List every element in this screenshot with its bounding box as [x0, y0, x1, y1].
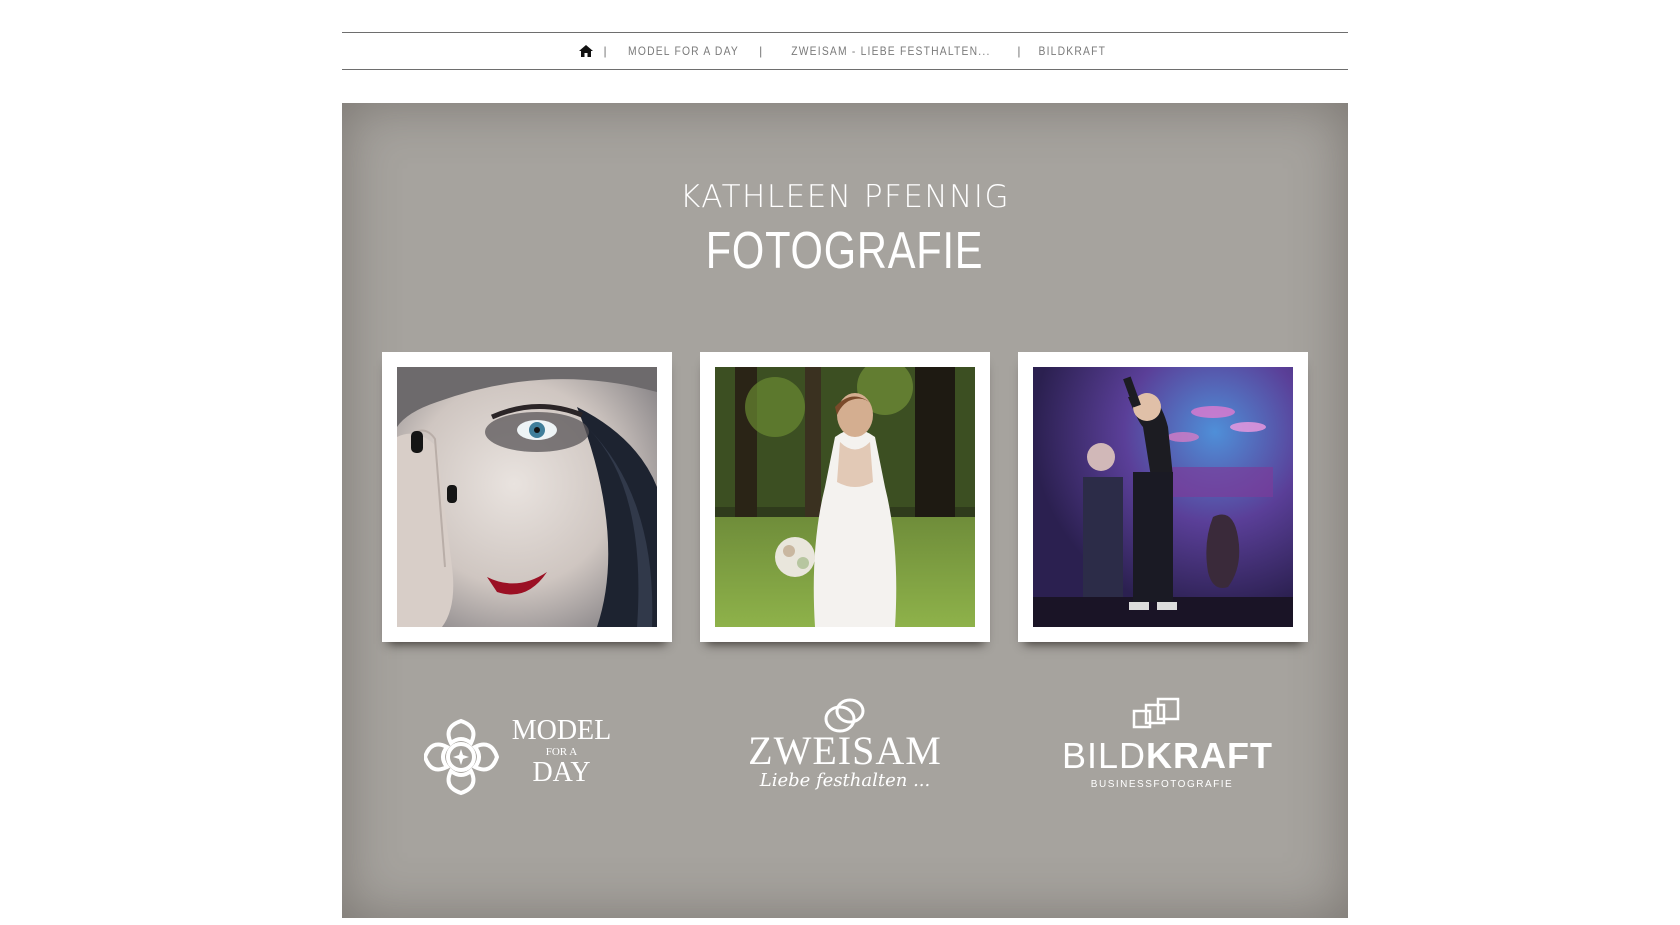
nav-item-model-for-a-day[interactable]: MODEL FOR A DAY: [628, 44, 739, 58]
model-for-a-day-logo[interactable]: MODEL FOR A DAY: [422, 683, 624, 803]
logo-text-model: MODEL: [511, 715, 612, 746]
portrait-photo: [397, 367, 657, 627]
logo-text-bildkraft-tagline: BUSINESSFOTOGRAFIE: [1090, 779, 1234, 790]
logo-text-zweisam: ZWEISAM: [748, 728, 942, 773]
bildkraft-logo[interactable]: BILDKRAFT BUSINESSFOTOGRAFIE: [1062, 683, 1272, 803]
page-title-text: FOTOGRAFIE: [706, 222, 984, 280]
nav-separator: |: [759, 44, 764, 58]
nav-home[interactable]: [578, 45, 593, 57]
logo-text-day: DAY: [532, 757, 591, 788]
photographer-name: KATHLEEN PFENNIG: [680, 179, 1010, 215]
gallery-card-zweisam[interactable]: [700, 352, 990, 642]
page-title: FOTOGRAFIE: [342, 221, 1348, 281]
home-icon: [578, 45, 593, 57]
logo-text-zweisam-tagline: Liebe festhalten ...: [759, 770, 931, 791]
zweisam-logo[interactable]: ZWEISAM Liebe festhalten ...: [740, 683, 950, 803]
logo-text-kraft: KRAFT: [1146, 735, 1274, 776]
hero-section: KATHLEEN PFENNIG FOTOGRAFIE MODEL FOR A …: [342, 103, 1348, 918]
nav-separator: |: [603, 44, 609, 58]
nav-item-bildkraft[interactable]: BILDKRAFT: [1038, 44, 1106, 58]
gallery-card-bildkraft[interactable]: [1018, 352, 1308, 642]
wedding-photo: [715, 367, 975, 627]
nav-separator: |: [1017, 44, 1022, 58]
top-navigation: | MODEL FOR A DAY | ZWEISAM - LIEBE FEST…: [342, 32, 1348, 70]
nav-item-zweisam[interactable]: ZWEISAM - LIEBE FESTHALTEN...: [791, 44, 990, 58]
gallery-card-model-for-a-day[interactable]: [382, 352, 672, 642]
frames-icon: [1132, 697, 1180, 729]
concert-photo: [1033, 367, 1293, 627]
logo-text-bild: BILD: [1062, 735, 1147, 776]
logo-text-bildkraft: BILDKRAFT: [1062, 735, 1272, 776]
